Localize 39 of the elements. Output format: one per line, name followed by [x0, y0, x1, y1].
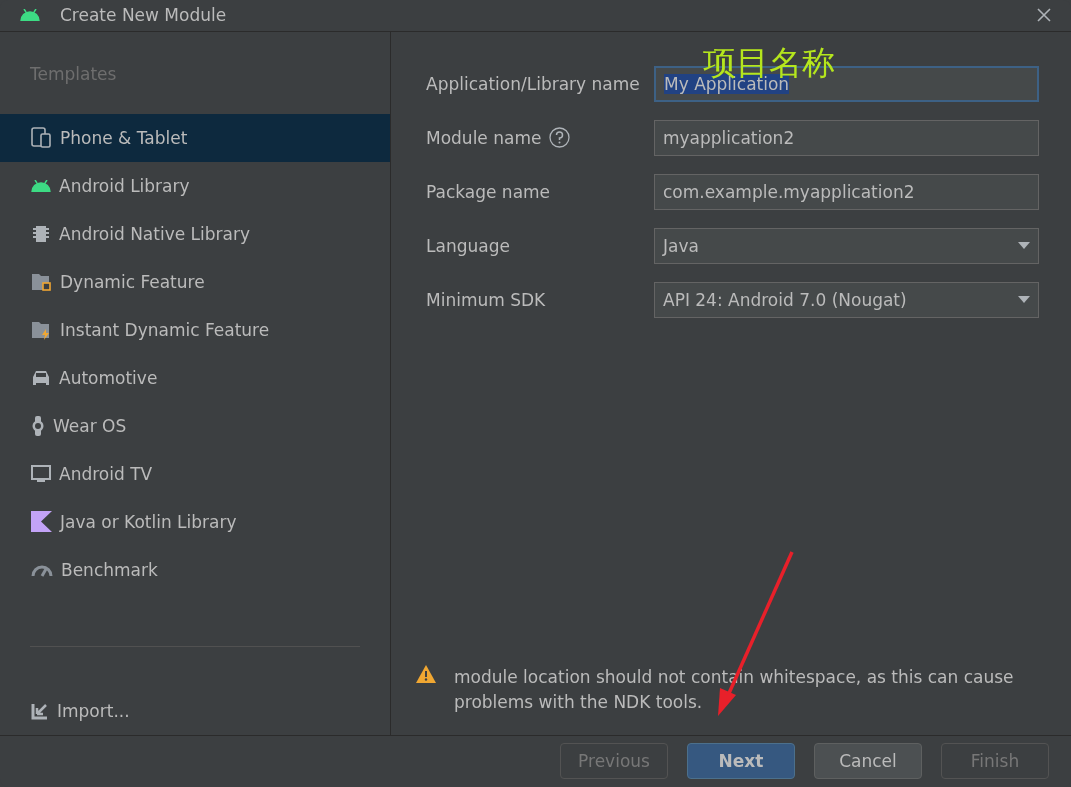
field-label: Package name: [426, 181, 551, 202]
android-icon: [31, 179, 51, 192]
template-item[interactable]: Dynamic Feature: [0, 257, 390, 306]
template-item[interactable]: Wear OS: [0, 401, 390, 450]
close-icon[interactable]: [1037, 8, 1051, 23]
field-label: Application/Library name: [426, 73, 640, 94]
dialog-button[interactable]: Next: [687, 743, 795, 780]
android-icon: [20, 9, 40, 22]
template-item[interactable]: Automotive: [0, 353, 390, 402]
chip-icon: [31, 223, 51, 244]
dialog-button[interactable]: Cancel: [814, 743, 922, 780]
template-item[interactable]: Benchmark: [0, 545, 390, 594]
dropdown-field[interactable]: Java: [654, 227, 1039, 264]
field-label: Module name: [426, 127, 542, 148]
import-item[interactable]: Import...: [0, 686, 390, 735]
car-icon: [31, 368, 51, 387]
template-item[interactable]: Android Library: [0, 161, 390, 210]
text-field[interactable]: com.example.myapplication2: [654, 173, 1039, 210]
import-arrow-icon: [31, 701, 49, 720]
template-item[interactable]: Android TV: [0, 449, 390, 498]
phone-tablet-icon: [31, 127, 52, 149]
field-label: Language: [426, 235, 510, 256]
caret-icon: [1018, 242, 1030, 250]
warning-icon: [416, 664, 436, 683]
template-item[interactable]: Instant Dynamic Feature: [0, 305, 390, 354]
field-label: Minimum SDK: [426, 289, 546, 310]
folder-lightning-icon: [31, 319, 52, 340]
template-item[interactable]: Java or Kotlin Library: [0, 497, 390, 546]
template-item[interactable]: Phone & Tablet: [0, 113, 390, 162]
kotlin-icon: [31, 511, 52, 533]
window-title: Create New Module: [60, 5, 228, 26]
help-icon[interactable]: [549, 127, 571, 149]
folder-icon: [31, 271, 52, 292]
template-item[interactable]: Android Native Library: [0, 209, 390, 258]
watch-icon: [31, 415, 45, 436]
text-field[interactable]: myapplication2: [654, 119, 1039, 156]
monitor-icon: [31, 464, 51, 483]
dropdown-field[interactable]: API 24: Android 7.0 (Nougat): [654, 281, 1039, 318]
caret-icon: [1018, 296, 1030, 304]
